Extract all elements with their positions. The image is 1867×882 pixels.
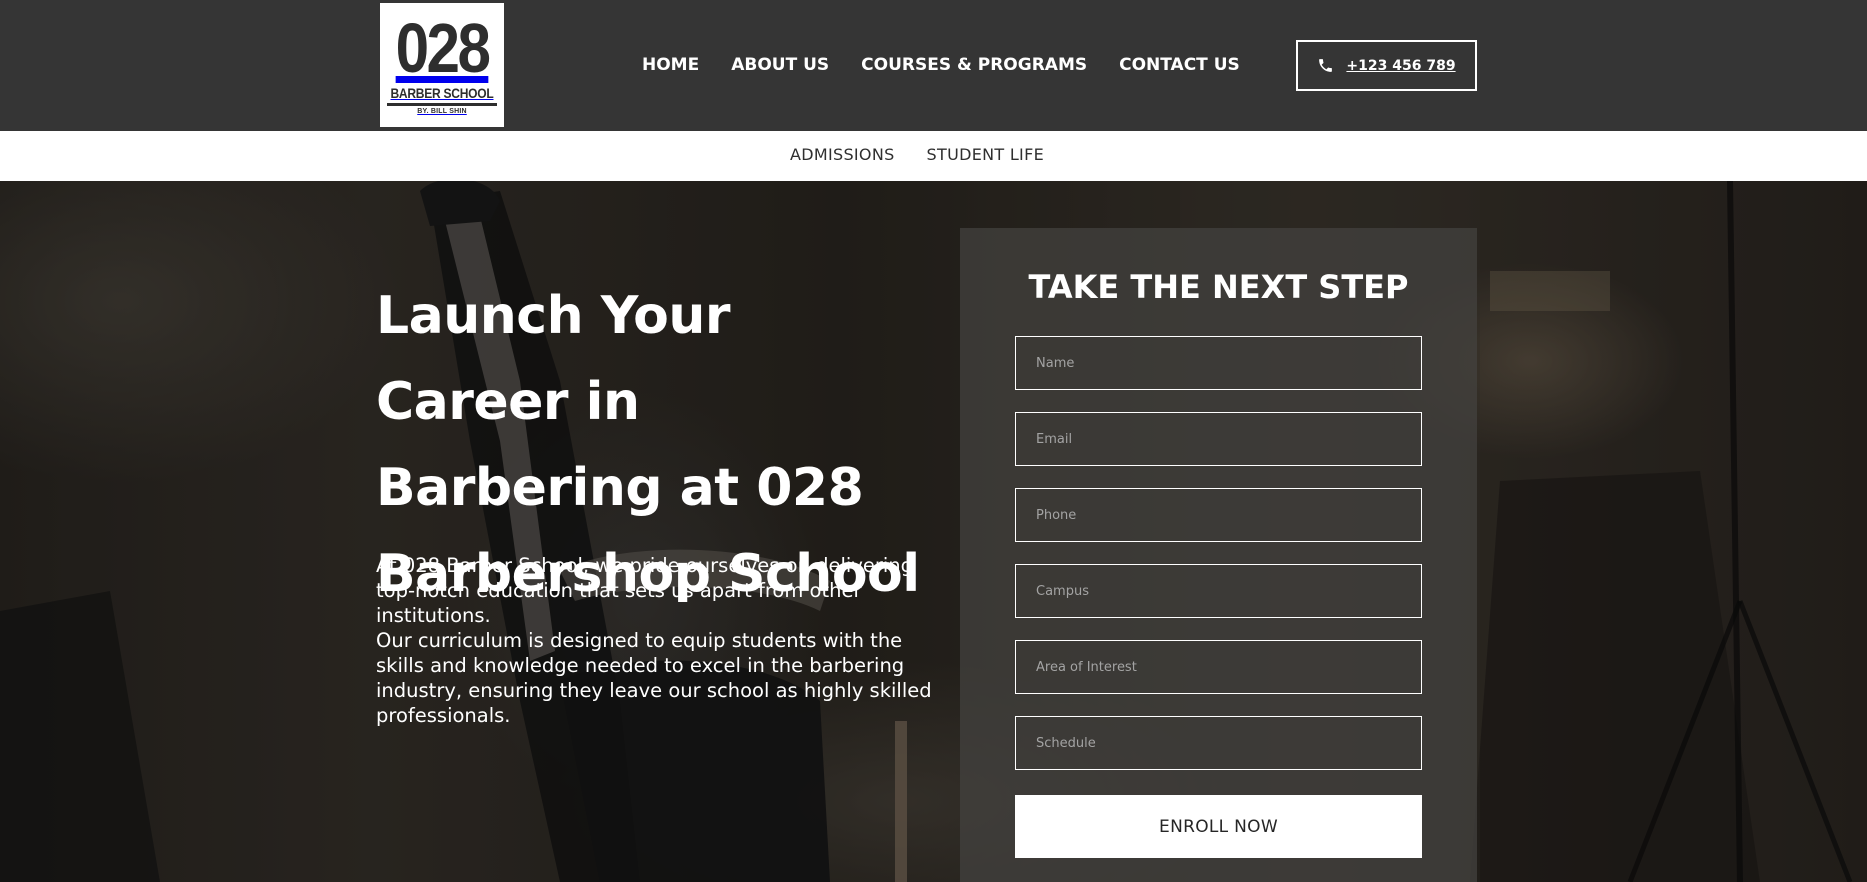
area-of-interest-field[interactable]	[1015, 640, 1422, 694]
logo[interactable]: 028 BARBER SCHOOL BY. BILL SHIN	[380, 3, 504, 127]
phone-button[interactable]: +123 456 789	[1296, 40, 1477, 91]
phone-icon	[1319, 59, 1333, 72]
hero-paragraph-1: At 028 Barber School, we pride ourselves…	[376, 554, 914, 627]
logo-divider	[387, 103, 497, 106]
hero-section: Launch Your Career in Barbering at 028 B…	[0, 181, 1867, 882]
form-title: TAKE THE NEXT STEP	[1028, 268, 1409, 306]
nav-item-home[interactable]: HOME	[642, 55, 699, 75]
sub-nav: ADMISSIONS STUDENT LIFE	[790, 145, 1044, 164]
enroll-form: TAKE THE NEXT STEP ENROLL NOW	[960, 228, 1477, 882]
top-header: 028 BARBER SCHOOL BY. BILL SHIN HOME ABO…	[0, 0, 1867, 131]
campus-field[interactable]	[1015, 564, 1422, 618]
subnav-item-admissions[interactable]: ADMISSIONS	[790, 145, 895, 164]
logo-number: 028	[395, 9, 491, 87]
nav-item-contact-us[interactable]: CONTACT US	[1119, 55, 1240, 75]
nav-item-courses-programs[interactable]: COURSES & PROGRAMS	[861, 55, 1087, 75]
main-nav: HOME ABOUT US COURSES & PROGRAMS CONTACT…	[642, 52, 1240, 78]
logo-name: BARBER SCHOOL	[390, 85, 494, 101]
enroll-now-button[interactable]: ENROLL NOW	[1015, 795, 1422, 858]
logo-byline: BY. BILL SHIN	[417, 108, 467, 115]
schedule-field[interactable]	[1015, 716, 1422, 770]
email-field[interactable]	[1015, 412, 1422, 466]
sub-header: ADMISSIONS STUDENT LIFE	[0, 131, 1867, 181]
phone-field[interactable]	[1015, 488, 1422, 542]
nav-item-about-us[interactable]: ABOUT US	[731, 55, 829, 75]
subnav-item-student-life[interactable]: STUDENT LIFE	[927, 145, 1044, 164]
name-field[interactable]	[1015, 336, 1422, 390]
hero-paragraph-2: Our curriculum is designed to equip stud…	[376, 629, 932, 727]
phone-number: +123 456 789	[1346, 57, 1456, 74]
